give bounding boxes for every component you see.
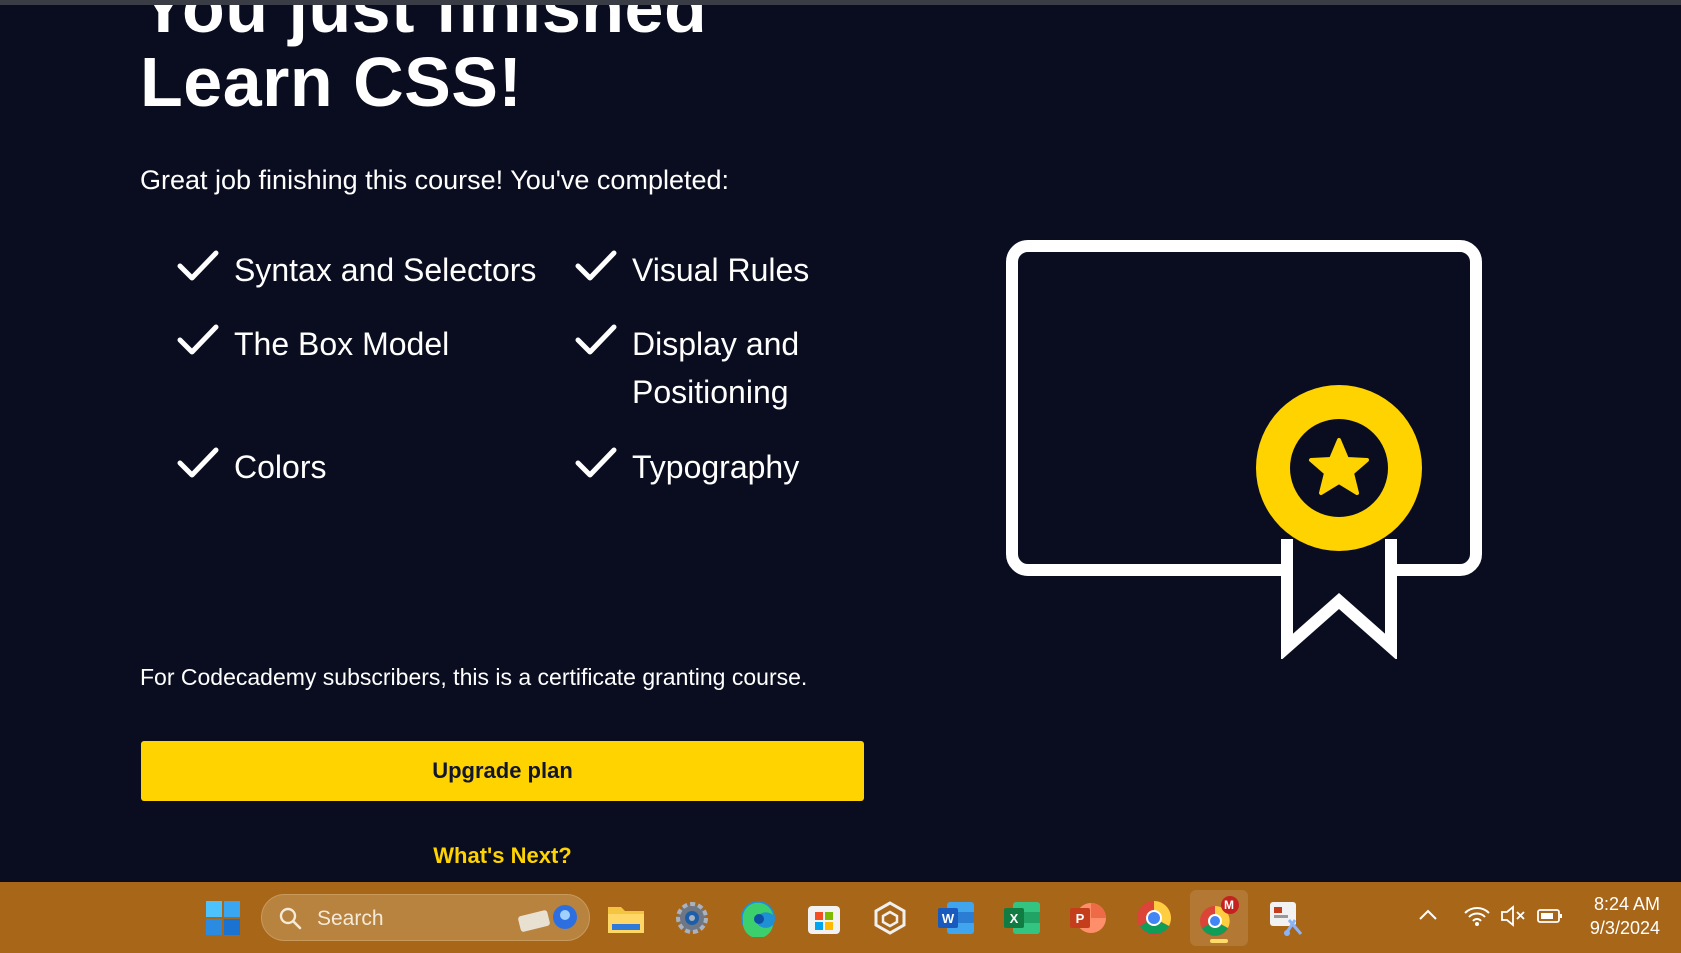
completed-item-label: Syntax and Selectors <box>234 252 537 288</box>
edge-browser-icon <box>741 901 775 937</box>
excel-icon: X <box>1004 902 1040 934</box>
completed-item-label: Display and Positioning <box>632 326 800 410</box>
clock-time: 8:24 AM <box>1593 894 1660 914</box>
powerpoint-icon: P <box>1070 903 1106 933</box>
check-icon <box>575 324 617 355</box>
chevron-up-icon[interactable] <box>1417 904 1439 926</box>
taskbar-app-excel[interactable]: X <box>1000 896 1044 940</box>
completed-item: Colors <box>176 443 326 491</box>
taskbar-app-chrome-profile[interactable]: M <box>1190 890 1248 946</box>
taskbar-app-powerpoint[interactable]: P <box>1066 896 1110 940</box>
taskbar-app-settings[interactable] <box>670 896 714 940</box>
windows-logo-icon <box>206 901 240 935</box>
active-app-indicator <box>1210 939 1228 943</box>
search-placeholder: Search <box>317 907 384 930</box>
word-icon: W <box>938 902 974 934</box>
check-icon <box>575 447 617 478</box>
check-icon <box>177 250 219 281</box>
completed-item: Visual Rules <box>574 246 809 294</box>
wifi-icon[interactable] <box>1463 904 1491 928</box>
taskbar-app-chrome[interactable] <box>1132 896 1176 940</box>
whats-next-link[interactable]: What's Next? <box>141 843 864 869</box>
chrome-profile-icon <box>1200 896 1239 936</box>
folder-icon <box>608 907 644 933</box>
title-line-1: You just finished <box>140 5 708 47</box>
taskbar-search-box[interactable]: Search <box>261 894 590 941</box>
title-line-2: Learn CSS! <box>140 43 523 121</box>
taskbar-app-snipping-tool[interactable] <box>1264 896 1308 940</box>
completed-item-label: Typography <box>632 449 800 485</box>
upgrade-plan-button[interactable]: Upgrade plan <box>141 741 864 801</box>
certificate-icon <box>1006 240 1482 659</box>
completed-item: The Box Model <box>176 320 449 368</box>
speaker-muted-icon[interactable] <box>1500 904 1526 928</box>
completion-subtitle: Great job finishing this course! You've … <box>140 165 730 195</box>
gear-icon <box>676 902 708 934</box>
chrome-icon <box>1137 901 1171 935</box>
certificate-notice: For Codecademy subscribers, this is a ce… <box>140 664 808 690</box>
snipping-tool-icon <box>1270 902 1303 936</box>
page-title: You just finished Learn CSS! <box>140 5 707 119</box>
svg-text:P: P <box>1076 911 1085 926</box>
course-complete-page: You just finished Learn CSS! Great job f… <box>0 5 1681 882</box>
search-icon <box>279 907 302 930</box>
taskbar: Search W X P M 8:24 AM 9/3/2024 <box>0 882 1681 953</box>
search-highlight-icon <box>518 905 577 932</box>
taskbar-app-word[interactable]: W <box>934 896 978 940</box>
completed-item-label: Colors <box>234 449 327 485</box>
taskbar-app-file-explorer[interactable] <box>604 896 648 940</box>
taskbar-app-edge[interactable] <box>736 896 780 940</box>
completed-item-label: Visual Rules <box>632 252 810 288</box>
check-icon <box>177 324 219 355</box>
store-icon <box>808 906 840 934</box>
cube-icon <box>874 901 906 935</box>
taskbar-clock[interactable]: 8:24 AM 9/3/2024 <box>1580 892 1660 940</box>
svg-text:X: X <box>1010 911 1019 926</box>
svg-text:W: W <box>942 911 955 926</box>
completed-item-label: The Box Model <box>234 326 450 362</box>
completed-item: Syntax and Selectors <box>176 246 536 294</box>
taskbar-app-store[interactable] <box>802 896 846 940</box>
check-icon <box>575 250 617 281</box>
completed-item: Display and Positioning <box>574 320 812 416</box>
clock-date: 9/3/2024 <box>1589 918 1660 938</box>
check-icon <box>177 447 219 478</box>
windows-start-button[interactable] <box>201 896 245 940</box>
taskbar-app-cube[interactable] <box>868 896 912 940</box>
completed-item: Typography <box>574 443 799 491</box>
battery-icon[interactable] <box>1536 904 1564 928</box>
chrome-profile-badge: M <box>1224 898 1234 912</box>
